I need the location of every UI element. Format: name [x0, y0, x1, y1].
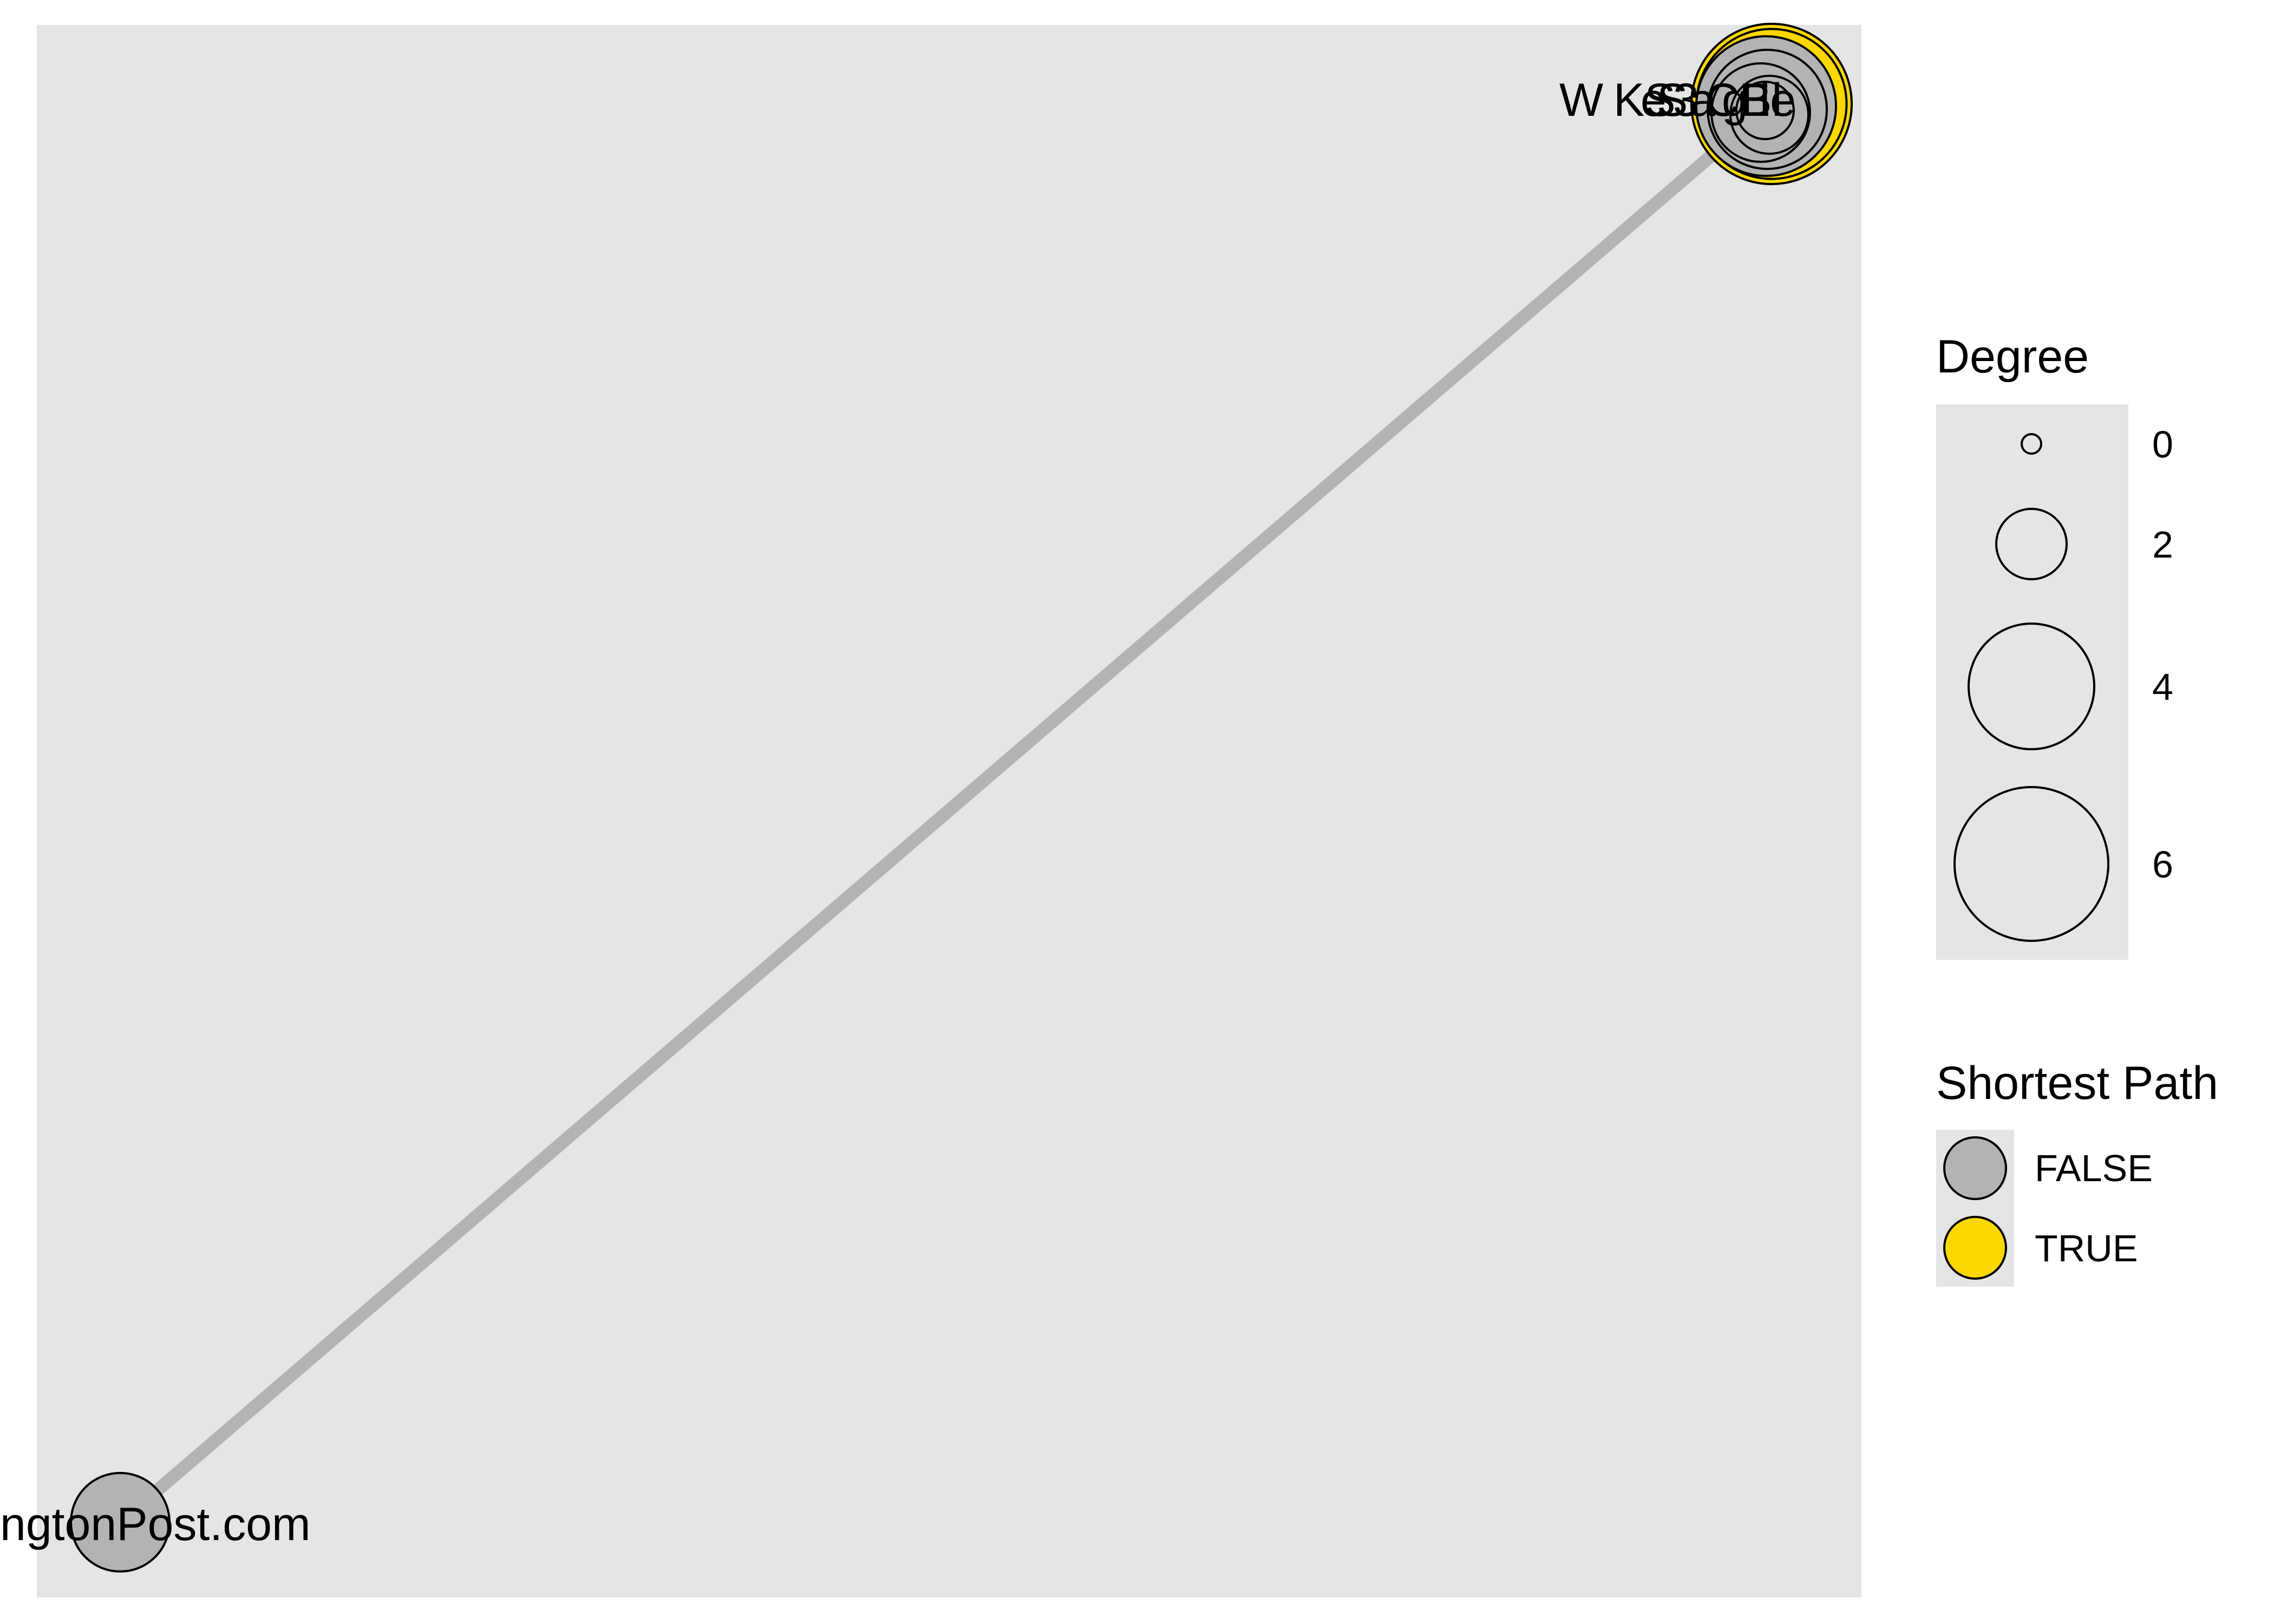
- legend-degree-label-4: 4: [2152, 666, 2173, 708]
- legend-shortest-path-label-false: FALSE: [2035, 1147, 2153, 1189]
- legend-degree-label-0: 0: [2152, 423, 2173, 466]
- legend-shortest-path-label-true: TRUE: [2035, 1227, 2138, 1269]
- legend-shortest-path: Shortest Path FALSE TRUE: [1936, 1057, 2218, 1287]
- cluster-labels: W KSeS3aCEgBlle: [1559, 74, 1796, 126]
- legend-degree-key-bg: [1936, 404, 2128, 960]
- network-graph: ngtonPost.com W KSeS3aCEgBlle Degree 0 2 …: [0, 23, 2218, 1597]
- legend-shortest-path-title: Shortest Path: [1936, 1057, 2218, 1109]
- legend-degree: Degree 0 2 4 6: [1936, 331, 2173, 960]
- legend-degree-label-2: 2: [2152, 523, 2173, 566]
- legend-key-true: [1943, 1216, 2007, 1280]
- cluster-label-9: le: [1760, 74, 1796, 126]
- cluster-label-0: W: [1559, 74, 1603, 126]
- legend-degree-label-6: 6: [2152, 843, 2173, 886]
- legend-degree-title: Degree: [1936, 331, 2089, 383]
- node-label-huffpost: ngtonPost.com: [0, 1498, 311, 1550]
- legend-key-false: [1943, 1136, 2007, 1200]
